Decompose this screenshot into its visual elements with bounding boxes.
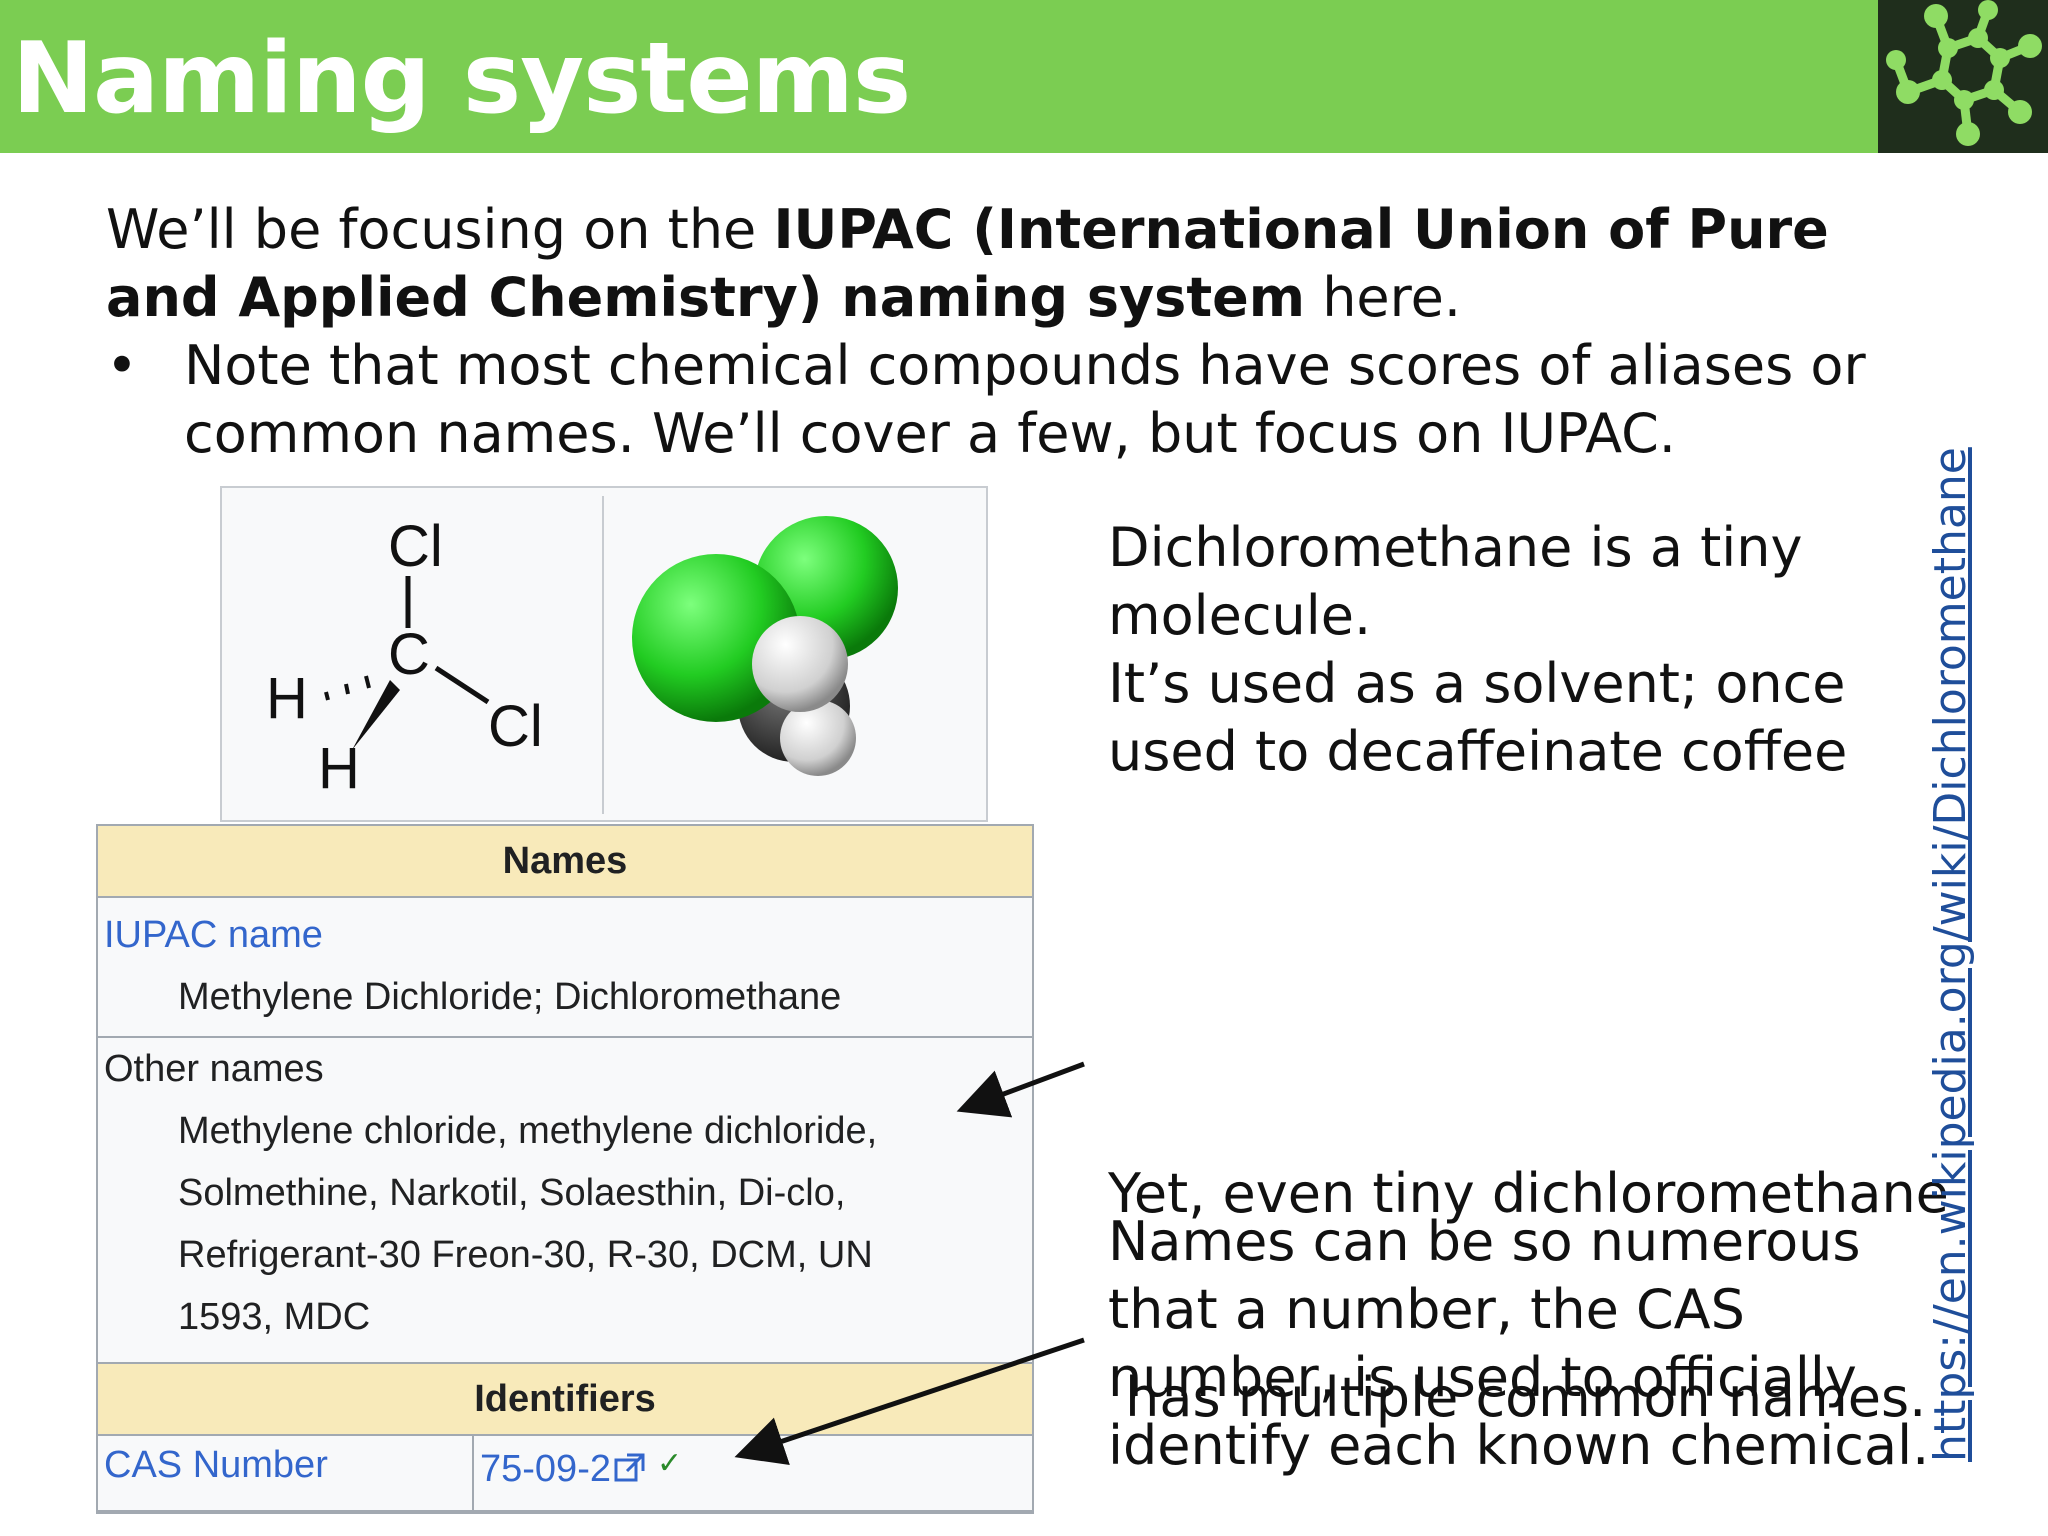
intro-text: We’ll be focusing on the bbox=[106, 198, 774, 261]
cas-number-link[interactable]: CAS Number bbox=[104, 1444, 328, 1487]
other-names-line: Methylene chloride, methylene dichloride… bbox=[178, 1110, 878, 1152]
structural-formula: Cl C Cl H H bbox=[266, 514, 543, 801]
cas-number-value-link[interactable]: 75-09-2 bbox=[480, 1448, 611, 1490]
bullet-icon: • bbox=[106, 334, 138, 397]
cell-divider bbox=[472, 1434, 474, 1512]
atom-h-left: H bbox=[266, 666, 308, 731]
atom-cl-right: Cl bbox=[488, 694, 543, 759]
other-names-line: Refrigerant-30 Freon-30, R-30, DCM, UN bbox=[178, 1234, 873, 1276]
molecule-note-line: Dichloromethane is a tiny bbox=[1108, 516, 1803, 579]
hashed-bond-h-left bbox=[324, 675, 371, 701]
title-bar: Naming systems bbox=[0, 0, 1878, 153]
molecule-note: Dichloromethane is a tiny molecule. It’s… bbox=[1108, 514, 1847, 786]
atom-cl-top: Cl bbox=[388, 514, 443, 579]
row-divider bbox=[98, 1036, 1032, 1038]
other-names-line: 1593, MDC bbox=[178, 1296, 371, 1338]
slide-title: Naming systems bbox=[12, 22, 911, 136]
verified-check-icon: ✓ bbox=[656, 1447, 683, 1480]
molecule-note-line: It’s used as a solvent; once bbox=[1108, 652, 1846, 715]
identifiers-header: Identifiers bbox=[98, 1362, 1032, 1436]
iupac-name-value: Methylene Dichloride; Dichloromethane bbox=[178, 976, 842, 1018]
intro-paragraph: We’ll be focusing on the IUPAC (Internat… bbox=[106, 196, 1936, 332]
space-filling-model bbox=[632, 516, 898, 776]
bond-cl-right bbox=[434, 665, 490, 705]
source-link[interactable]: https://en.wikipedia.org/wiki/Dichlorome… bbox=[1925, 447, 1976, 1462]
intro-text-end: here. bbox=[1305, 266, 1462, 329]
structure-image: Cl C Cl H H bbox=[220, 486, 988, 822]
wedge-bond-h-bottom bbox=[352, 680, 400, 750]
atom-h-bottom: H bbox=[318, 736, 360, 801]
cas-value-cell: 75-09-2 ✓ bbox=[480, 1446, 682, 1491]
row-divider bbox=[98, 1510, 1032, 1512]
cas-note-line: identify each known chemical. bbox=[1108, 1414, 1930, 1477]
names-header: Names bbox=[98, 826, 1032, 898]
hydrogen-atom bbox=[780, 700, 856, 776]
iupac-name-link[interactable]: IUPAC name bbox=[104, 914, 323, 957]
bullet-text: Note that most chemical compounds have s… bbox=[184, 334, 1866, 465]
atom-c: C bbox=[388, 622, 430, 687]
molecule-logo-icon bbox=[1886, 0, 2042, 146]
cas-note-line: Names can be so numerous bbox=[1108, 1210, 1861, 1273]
cas-note-line: number, is used to officially bbox=[1108, 1346, 1857, 1409]
other-names-label: Other names bbox=[104, 1048, 324, 1090]
other-names-line: Solmethine, Narkotil, Solaesthin, Di-clo… bbox=[178, 1172, 846, 1214]
chemical-infobox: Names IUPAC name Methylene Dichloride; D… bbox=[96, 824, 1034, 1514]
external-link-icon bbox=[614, 1453, 645, 1482]
cas-note: Names can be so numerous that a number, … bbox=[1108, 1208, 1929, 1480]
other-names-list: Methylene chloride, methylene dichloride… bbox=[178, 1100, 1018, 1348]
cas-note-line: that a number, the CAS bbox=[1108, 1278, 1745, 1341]
molecule-logo bbox=[1878, 0, 2048, 153]
molecule-note-line: molecule. bbox=[1108, 584, 1372, 647]
hydrogen-atom bbox=[752, 616, 848, 712]
molecule-note-line: used to decaffeinate coffee bbox=[1108, 720, 1848, 783]
